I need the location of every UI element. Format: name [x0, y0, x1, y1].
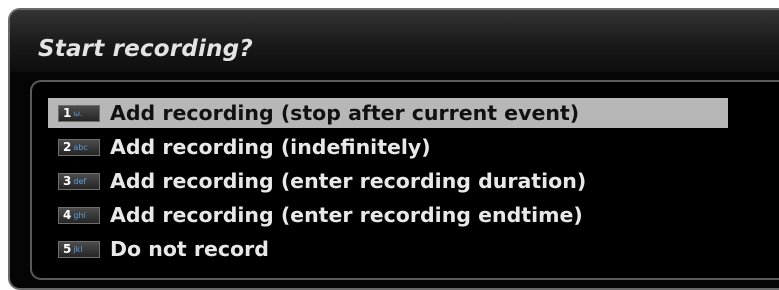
choice-list: 1 ω. Add recording (stop after current e… [30, 80, 779, 280]
key-letters: abc [73, 142, 88, 152]
key-number: 4 [63, 207, 72, 222]
list-item-enter-duration[interactable]: 3 def Add recording (enter recording dur… [48, 166, 728, 196]
key-number: 3 [63, 173, 72, 188]
list-item-enter-endtime[interactable]: 4 ghi Add recording (enter recording end… [48, 200, 728, 230]
key-1-icon: 1 ω. [58, 104, 100, 122]
list-item-label: Add recording (stop after current event) [110, 101, 580, 125]
key-3-icon: 3 def [58, 172, 100, 190]
key-letters: ω. [73, 108, 83, 118]
dialog-title: Start recording? [38, 36, 253, 62]
key-2-icon: 2 abc [58, 138, 100, 156]
key-number: 2 [63, 139, 72, 154]
list-item-label: Add recording (enter recording endtime) [110, 203, 583, 227]
key-number: 1 [63, 105, 72, 120]
start-recording-dialog: Start recording? 1 ω. Add recording (sto… [8, 8, 779, 290]
key-5-icon: 5 jkl [58, 240, 100, 258]
list-item-label: Add recording (indefinitely) [110, 135, 431, 159]
list-item-label: Do not record [110, 237, 269, 261]
list-item-stop-after-current-event[interactable]: 1 ω. Add recording (stop after current e… [48, 98, 728, 128]
list-item-do-not-record[interactable]: 5 jkl Do not record [48, 234, 728, 264]
list-item-indefinitely[interactable]: 2 abc Add recording (indefinitely) [48, 132, 728, 162]
list-item-label: Add recording (enter recording duration) [110, 169, 587, 193]
dialog-titlebar: Start recording? [10, 10, 779, 72]
key-4-icon: 4 ghi [58, 206, 100, 224]
key-letters: def [73, 176, 87, 186]
key-number: 5 [63, 241, 72, 256]
key-letters: jkl [73, 244, 83, 254]
key-letters: ghi [73, 210, 86, 220]
